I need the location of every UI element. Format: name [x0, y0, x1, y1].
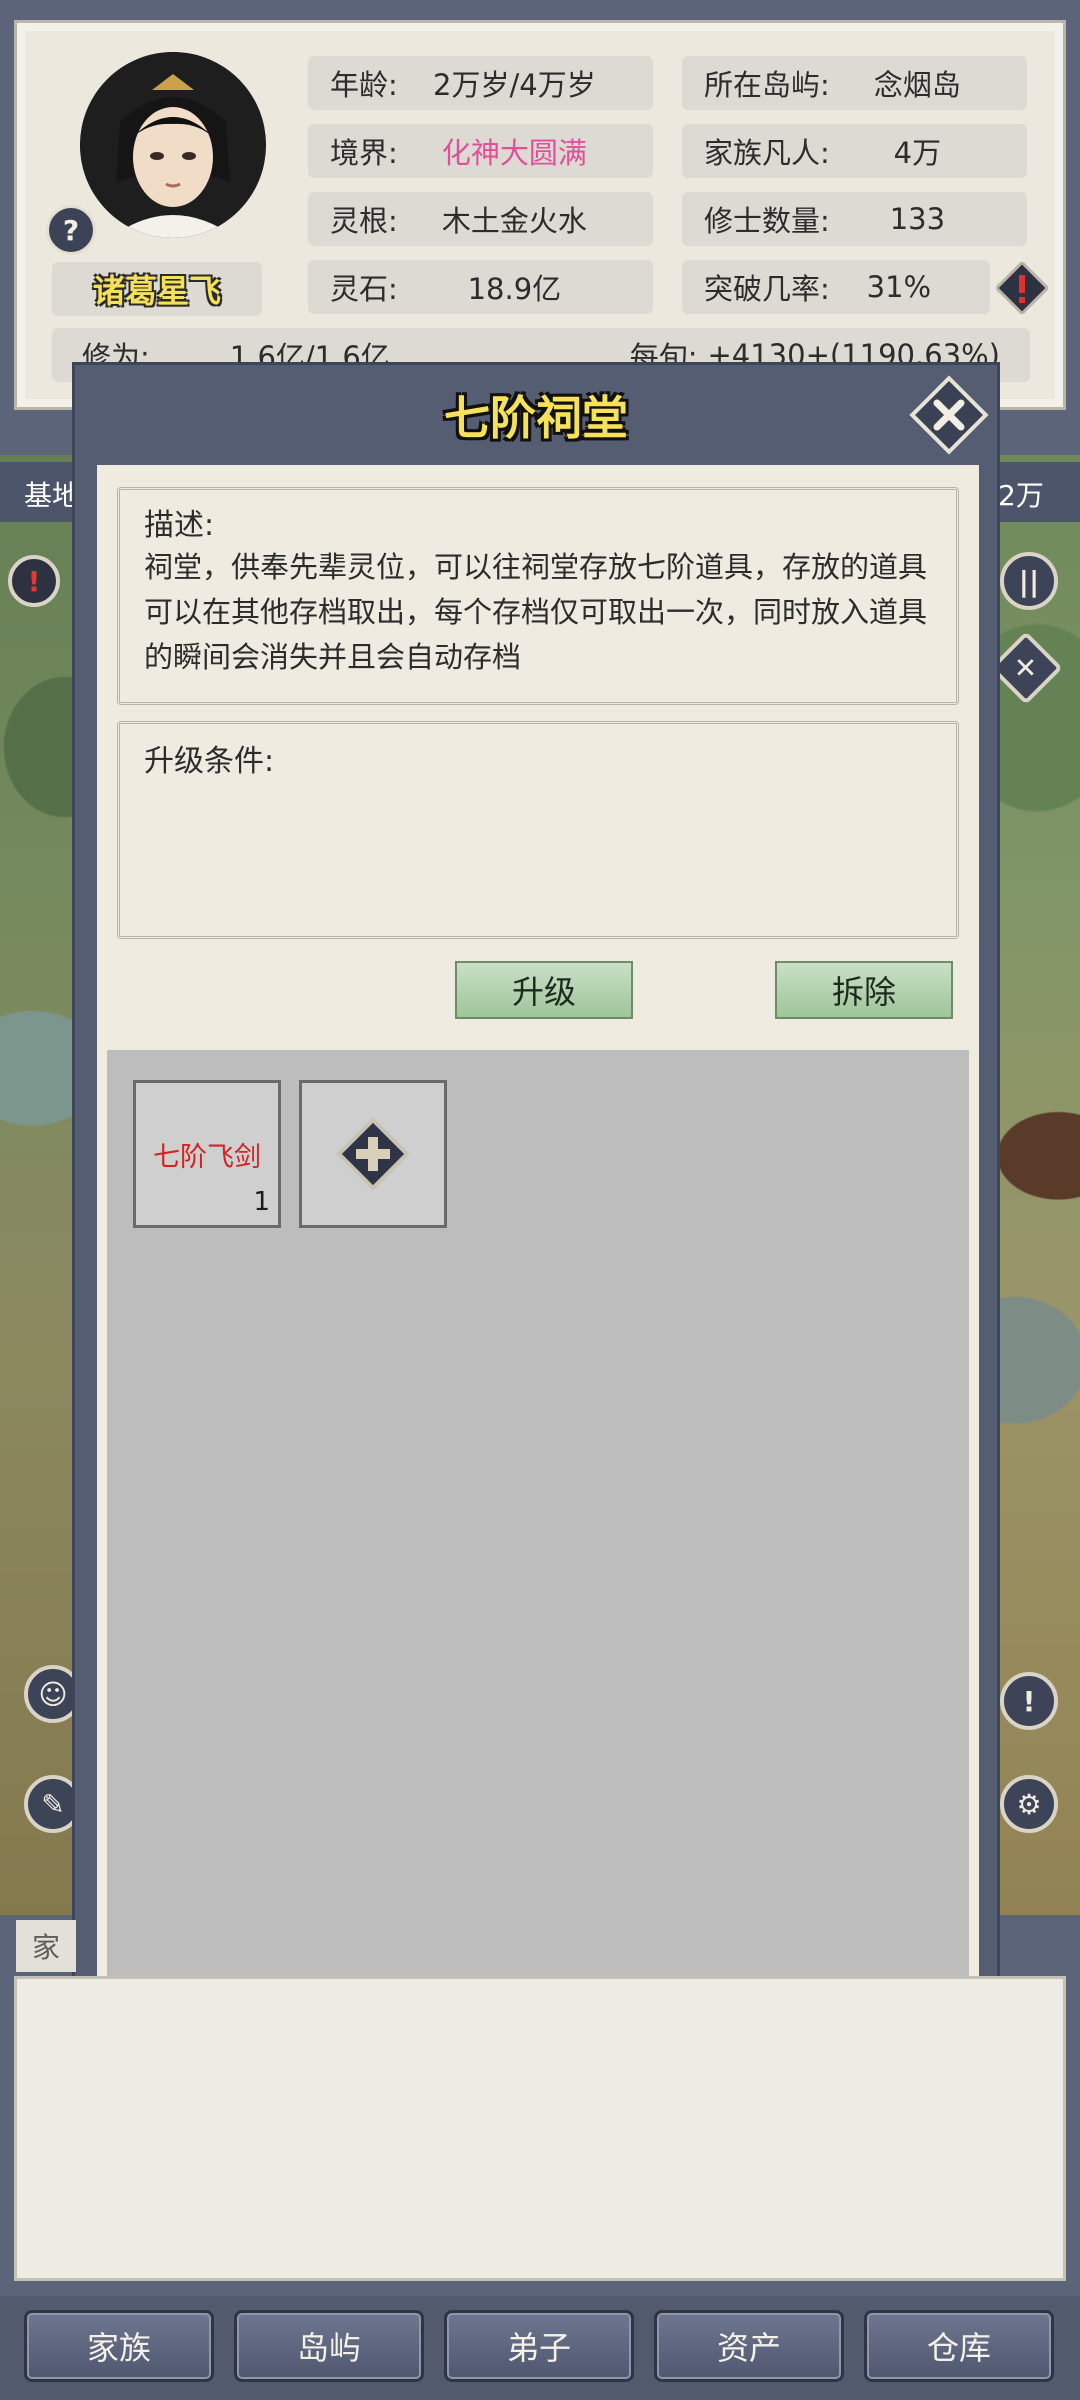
- nav-disciples[interactable]: 弟子: [444, 2310, 634, 2382]
- item-name: 七阶飞剑: [153, 1142, 261, 1173]
- building-modal: 七阶祠堂 描述: 祠堂，供奉先辈灵位，可以往祠堂存放七阶道具，存放的道具可以在其…: [72, 362, 1000, 2032]
- spirit-root-label: 灵根:: [330, 204, 398, 238]
- nav-island[interactable]: 岛屿: [234, 2310, 424, 2382]
- log-area: [14, 1976, 1066, 2281]
- nav-assets[interactable]: 资产: [654, 2310, 844, 2382]
- island-row: 所在岛屿: 念烟岛: [682, 56, 1027, 110]
- upgrade-conditions-title: 升级条件:: [144, 744, 275, 779]
- base-right-value: 2万: [998, 479, 1044, 512]
- breakthrough-label: 突破几率:: [704, 272, 830, 306]
- plus-diamond-icon: [336, 1117, 410, 1191]
- modal-body: 描述: 祠堂，供奉先辈灵位，可以往祠堂存放七阶道具，存放的道具可以在其他存档取出…: [97, 465, 979, 2015]
- map-notice-icon[interactable]: !: [1000, 1672, 1058, 1730]
- spirit-stone-row: 灵石: 18.9亿: [308, 260, 653, 314]
- family-mortals-value: 4万: [893, 136, 942, 170]
- player-name: 诸葛星飞: [92, 272, 221, 310]
- nav-warehouse[interactable]: 仓库: [864, 2310, 1054, 2382]
- breakthrough-value: 31%: [866, 270, 932, 304]
- realm-value: 化神大圆满: [441, 136, 587, 170]
- bottom-nav: 家族 岛屿 弟子 资产 仓库: [0, 2296, 1080, 2400]
- item-slot[interactable]: 七阶飞剑 1: [133, 1080, 281, 1228]
- add-item-slot[interactable]: [299, 1080, 447, 1228]
- nav-family[interactable]: 家族: [24, 2310, 214, 2382]
- spirit-stone-label: 灵石:: [330, 272, 398, 306]
- family-mortals-label: 家族凡人:: [704, 136, 830, 170]
- map-alert-icon[interactable]: !: [8, 555, 60, 607]
- description-title: 描述:: [144, 508, 215, 543]
- age-label: 年龄:: [330, 68, 398, 102]
- item-count: 1: [253, 1187, 270, 1217]
- realm-label: 境界:: [330, 136, 398, 170]
- stored-items-area: 七阶飞剑 1: [107, 1050, 969, 2005]
- cultivator-count-value: 133: [889, 202, 946, 236]
- close-icon[interactable]: [907, 373, 991, 457]
- player-name-plate: 诸葛星飞: [52, 262, 262, 316]
- cultivator-count-label: 修士数量:: [704, 204, 830, 238]
- island-label: 所在岛屿:: [704, 68, 830, 102]
- spirit-root-row: 灵根: 木土金火水: [308, 192, 653, 246]
- help-button[interactable]: ?: [46, 205, 96, 255]
- demolish-button[interactable]: 拆除: [775, 961, 953, 1019]
- pause-icon[interactable]: ||: [1000, 552, 1058, 610]
- log-tab[interactable]: 家: [16, 1920, 76, 1972]
- spirit-stone-value: 18.9亿: [467, 272, 562, 306]
- spirit-root-value: 木土金火水: [441, 204, 587, 238]
- realm-row: 境界: 化神大圆满: [308, 124, 653, 178]
- description-box: 描述: 祠堂，供奉先辈灵位，可以往祠堂存放七阶道具，存放的道具可以在其他存档取出…: [117, 487, 959, 705]
- avatar-portrait-icon: [80, 52, 266, 238]
- age-row: 年龄: 2万岁/4万岁: [308, 56, 653, 110]
- upgrade-button[interactable]: 升级: [455, 961, 633, 1019]
- island-value: 念烟岛: [873, 68, 961, 102]
- description-text: 祠堂，供奉先辈灵位，可以往祠堂存放七阶道具，存放的道具可以在其他存档取出，每个存…: [144, 550, 928, 674]
- cultivator-count-row: 修士数量: 133: [682, 192, 1027, 246]
- modal-title-bar: 七阶祠堂: [75, 365, 997, 465]
- breakthrough-warning-icon[interactable]: [994, 260, 1050, 316]
- player-avatar[interactable]: [80, 52, 266, 238]
- upgrade-conditions-box: 升级条件:: [117, 721, 959, 939]
- breakthrough-row: 突破几率: 31%: [682, 260, 990, 314]
- modal-title: 七阶祠堂: [444, 391, 628, 445]
- family-mortals-row: 家族凡人: 4万: [682, 124, 1027, 178]
- settings-gear-icon[interactable]: ⚙: [1000, 1775, 1058, 1833]
- age-value: 2万岁/4万岁: [433, 68, 596, 102]
